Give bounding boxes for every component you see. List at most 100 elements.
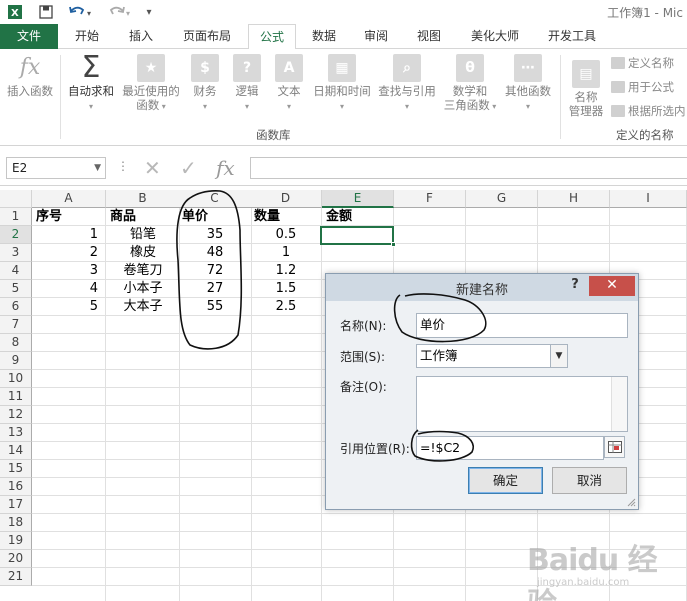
ok-button[interactable]: 确定 [468,467,543,494]
column-header-f[interactable]: F [394,190,466,208]
redo-icon[interactable]: ▾ [104,2,134,22]
tab-data[interactable]: 数据 [304,24,344,49]
name-manager-button[interactable]: ▤ 名称 管理器 [564,54,608,118]
enter-icon[interactable]: ✓ [180,156,197,180]
cell-index[interactable]: 4 [32,280,106,298]
row-header-1[interactable]: 1 [0,208,32,226]
row-header-10[interactable]: 10 [0,370,32,388]
cell-index[interactable]: 3 [32,262,106,280]
row-header-19[interactable]: 19 [0,532,32,550]
cell-quantity[interactable]: 1 [250,244,322,262]
define-name-button[interactable]: 定义名称 [611,55,674,71]
cell-price[interactable]: 48 [178,244,252,262]
column-header-h[interactable]: H [538,190,610,208]
column-header-i[interactable]: I [610,190,687,208]
row-header-17[interactable]: 17 [0,496,32,514]
insert-function-icon[interactable]: fx [216,156,235,180]
cell-product[interactable]: 铅笔 [106,226,180,244]
cell-index[interactable]: 2 [32,244,106,262]
column-header-d[interactable]: D [250,190,322,208]
header-cell-d[interactable]: 数量 [250,208,322,226]
cell-price[interactable]: 27 [178,280,252,298]
comment-scrollbar[interactable] [611,377,627,431]
row-header-14[interactable]: 14 [0,442,32,460]
datetime-button[interactable]: ▦ 日期和时间 ▾ [310,54,374,114]
insert-function-button[interactable]: fx 插入函数 [4,54,56,99]
select-all-corner[interactable] [0,190,32,208]
save-icon[interactable] [36,2,56,22]
use-in-formula-button[interactable]: 用于公式 [611,79,674,95]
cell-quantity[interactable]: 0.5 [250,226,322,244]
row-header-9[interactable]: 9 [0,352,32,370]
row-header-7[interactable]: 7 [0,316,32,334]
row-header-8[interactable]: 8 [0,334,32,352]
tab-insert[interactable]: 插入 [118,24,164,49]
row-header-2[interactable]: 2 [0,226,32,244]
ref-input[interactable]: =!$C2 [416,436,604,460]
chevron-down-icon[interactable]: ▼ [550,345,567,367]
row-header-16[interactable]: 16 [0,478,32,496]
recent-functions-button[interactable]: ★ 最近使用的 函数 ▾ [120,54,182,114]
row-header-20[interactable]: 20 [0,550,32,568]
header-cell-c[interactable]: 单价 [178,208,252,226]
text-button[interactable]: A 文本 ▾ [270,54,308,114]
create-from-selection-button[interactable]: 根据所选内 [611,103,686,119]
more-functions-button[interactable]: ⋯ 其他函数 ▾ [502,54,554,114]
row-header-18[interactable]: 18 [0,514,32,532]
resize-grip-icon[interactable] [626,497,636,507]
row-header-21[interactable]: 21 [0,568,32,586]
dialog-title-bar[interactable]: 新建名称 ? ✕ [326,274,638,301]
cell-price[interactable]: 72 [178,262,252,280]
header-cell-b[interactable]: 商品 [106,208,180,226]
tab-view[interactable]: 视图 [408,24,450,49]
header-cell-a[interactable]: 序号 [32,208,106,226]
cell-product[interactable]: 卷笔刀 [106,262,180,280]
row-header-4[interactable]: 4 [0,262,32,280]
name-box[interactable]: E2 ▼ [6,157,106,179]
cell-index[interactable]: 5 [32,298,106,316]
tab-file[interactable]: 文件 [0,24,58,49]
tab-formulas[interactable]: 公式 [248,24,296,50]
column-header-a[interactable]: A [32,190,106,208]
row-header-15[interactable]: 15 [0,460,32,478]
tab-developer[interactable]: 开发工具 [540,24,604,49]
close-button[interactable]: ✕ [589,276,635,296]
undo-icon[interactable]: ▾ [66,2,96,22]
logical-button[interactable]: ? 逻辑 ▾ [228,54,266,114]
row-header-13[interactable]: 13 [0,424,32,442]
cell-product[interactable]: 橡皮 [106,244,180,262]
row-header-5[interactable]: 5 [0,280,32,298]
lookup-button[interactable]: ⌕ 查找与引用 ▾ [376,54,438,114]
fill-handle[interactable] [391,242,396,247]
cell-price[interactable]: 55 [178,298,252,316]
cell-quantity[interactable]: 1.5 [250,280,322,298]
column-header-e[interactable]: E [322,190,394,208]
row-header-11[interactable]: 11 [0,388,32,406]
tab-page-layout[interactable]: 页面布局 [172,24,242,49]
chevron-down-icon[interactable]: ▼ [94,158,101,178]
cell-quantity[interactable]: 1.2 [250,262,322,280]
help-button[interactable]: ? [568,277,582,292]
cell-quantity[interactable]: 2.5 [250,298,322,316]
tab-beautify-master[interactable]: 美化大师 [464,24,526,49]
scope-select[interactable]: 工作簿 ▼ [416,344,568,368]
cell-index[interactable]: 1 [32,226,106,244]
tab-home[interactable]: 开始 [64,24,110,49]
customize-qat-icon[interactable]: ▾ [142,2,156,22]
formula-input[interactable] [250,157,687,179]
cancel-button[interactable]: 取消 [552,467,627,494]
row-header-3[interactable]: 3 [0,244,32,262]
row-header-6[interactable]: 6 [0,298,32,316]
comment-textarea[interactable] [416,376,628,432]
cancel-icon[interactable]: ✕ [144,156,161,180]
header-cell-e[interactable]: 金额 [322,208,394,226]
formula-bar-grip-icon[interactable]: ⋮ [117,159,129,173]
financial-button[interactable]: $ 财务 ▾ [186,54,224,114]
collapse-dialog-button[interactable] [604,436,625,458]
row-header-12[interactable]: 12 [0,406,32,424]
column-header-c[interactable]: C [178,190,252,208]
math-trig-button[interactable]: θ 数学和 三角函数 ▾ [442,54,498,114]
cell-price[interactable]: 35 [178,226,252,244]
autosum-button[interactable]: Σ 自动求和 ▾ [64,53,118,114]
cell-product[interactable]: 小本子 [106,280,180,298]
